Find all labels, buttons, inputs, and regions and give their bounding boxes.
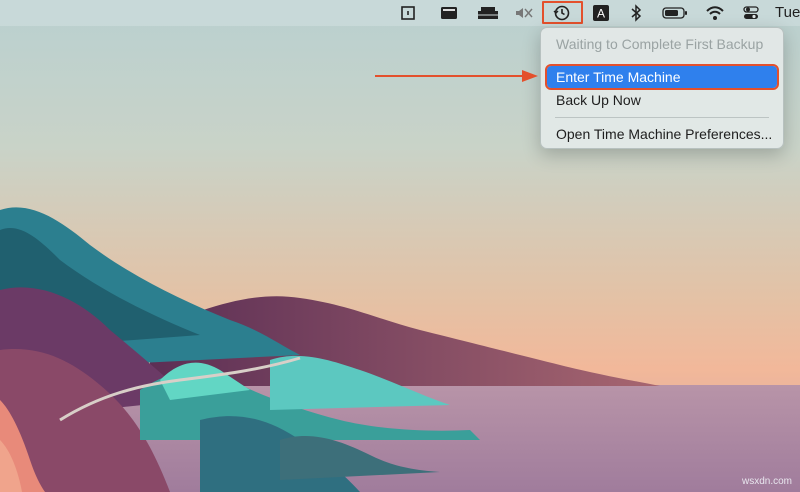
control-center-icon[interactable] — [741, 3, 761, 23]
menubar-clock[interactable]: Tue — [775, 4, 800, 21]
time-machine-highlight-box — [542, 1, 583, 24]
input-source-icon[interactable]: A — [591, 3, 611, 23]
battery-icon[interactable] — [661, 3, 689, 23]
wifi-icon[interactable] — [704, 3, 726, 23]
time-machine-menu: Waiting to Complete First Backup Enter T… — [540, 27, 784, 149]
enter-time-machine-item[interactable]: Enter Time Machine — [545, 64, 779, 90]
display-icon[interactable] — [438, 3, 460, 23]
backup-status-text: Waiting to Complete First Backup — [556, 36, 764, 52]
annotation-arrow-icon — [375, 70, 538, 82]
menu-bar: A Tue — [0, 0, 800, 26]
back-up-now-item[interactable]: Back Up Now — [547, 89, 777, 111]
keyboard-icon[interactable] — [476, 3, 500, 23]
open-time-machine-preferences-item[interactable]: Open Time Machine Preferences... — [547, 123, 777, 145]
menu-separator — [555, 117, 769, 118]
note-icon[interactable] — [398, 3, 418, 23]
watermark: wsxdn.com — [741, 476, 792, 487]
svg-text:A: A — [597, 7, 605, 21]
muted-speaker-icon[interactable] — [513, 3, 535, 23]
bluetooth-icon[interactable] — [628, 3, 644, 23]
